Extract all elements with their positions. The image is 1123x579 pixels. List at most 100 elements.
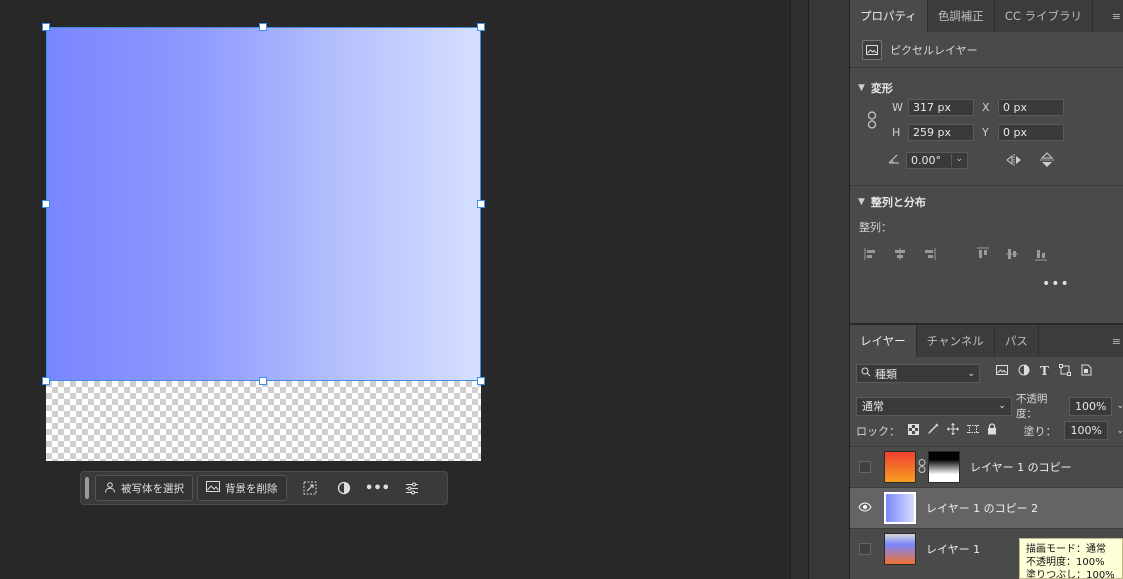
chevron-down-icon: ⌄ (998, 401, 1006, 411)
opacity-value: 100% (1075, 399, 1107, 413)
layer-name[interactable]: レイヤー 1 のコピー 2 (926, 500, 1038, 516)
layer-kind-label: ピクセルレイヤー (890, 43, 978, 57)
eye-icon (858, 501, 872, 515)
lock-all-icon[interactable] (987, 423, 997, 438)
x-input[interactable]: 0 px (998, 99, 1064, 116)
visibility-toggle[interactable] (850, 501, 880, 515)
filter-smart-object-icon[interactable] (1081, 364, 1092, 379)
transform-selection-icon[interactable] (295, 475, 325, 501)
transform-handle-bottom-left[interactable] (42, 377, 50, 385)
lock-image-pixels-icon[interactable] (927, 423, 939, 438)
more-options-icon[interactable]: ••• (363, 475, 393, 501)
align-vertical-centers-icon[interactable] (1005, 247, 1019, 264)
chevron-down-icon: ⌄ (967, 368, 975, 379)
align-right-edges-icon[interactable] (922, 247, 936, 264)
panel-menu-icon[interactable]: ≡ (1112, 335, 1121, 348)
align-top-edges-icon[interactable] (976, 247, 990, 264)
y-row: Y 0 px (982, 124, 1064, 141)
align-label: 整列： (859, 221, 892, 234)
select-subject-label: 被写体を選択 (121, 482, 184, 495)
tab-layers[interactable]: レイヤー (850, 325, 917, 357)
width-input[interactable]: 317 px (908, 99, 974, 116)
transform-section-header[interactable]: ▼ 変形 (850, 76, 1123, 100)
layer-tooltip: 描画モード：通常 不透明度：100% 塗りつぶし：100% (1019, 538, 1123, 579)
align-spacer (951, 247, 961, 264)
pixel-layer-icon (862, 39, 882, 60)
tooltip-blend-mode: 描画モード：通常 (1026, 544, 1106, 555)
link-dimensions-icon[interactable] (867, 111, 877, 132)
visibility-toggle[interactable] (850, 543, 880, 555)
taskbar-drag-handle[interactable] (85, 477, 89, 499)
canvas-area[interactable]: 被写体を選択 背景を削除 ••• (0, 0, 790, 579)
layer-name[interactable]: レイヤー 1 のコピー (970, 459, 1072, 475)
tab-properties[interactable]: プロパティ (850, 0, 928, 32)
opacity-input[interactable]: 100% (1069, 396, 1113, 416)
visibility-toggle[interactable] (850, 461, 880, 473)
layer-mask-thumbnail[interactable] (928, 451, 960, 483)
lock-artboard-icon[interactable] (967, 423, 979, 438)
align-left-edges-icon[interactable] (864, 247, 878, 264)
panel-menu-icon[interactable]: ≡ (1112, 10, 1121, 23)
lock-transparent-pixels-icon[interactable] (908, 423, 919, 438)
flip-horizontal-icon[interactable] (1006, 154, 1022, 169)
filter-shape-icon[interactable] (1058, 364, 1071, 379)
fill-input[interactable]: 100% (1064, 421, 1109, 440)
height-input[interactable]: 259 px (908, 124, 974, 141)
visibility-off-box (859, 461, 871, 473)
chevron-down-icon[interactable]: ⌄ (1116, 426, 1123, 436)
image-icon (206, 481, 220, 495)
layer-thumbnail (884, 492, 916, 524)
tab-channels[interactable]: チャンネル (917, 325, 995, 357)
chevron-down-icon: ⌄ (951, 154, 963, 167)
align-bottom-edges-icon[interactable] (1034, 247, 1048, 264)
transform-bounding-box[interactable] (46, 27, 481, 381)
transform-heading: 変形 (870, 82, 893, 95)
more-align-options-icon[interactable]: ••• (1042, 276, 1070, 292)
collapsed-panel-column (808, 0, 849, 579)
transform-handle-top-center[interactable] (259, 23, 267, 31)
tab-cc-libraries[interactable]: CC ライブラリ (995, 0, 1094, 32)
adjustment-circle-icon[interactable] (329, 475, 359, 501)
chevron-down-icon[interactable]: ⌄ (1116, 401, 1123, 411)
angle-input[interactable]: 0.00° ⌄ (906, 152, 968, 169)
layer-row[interactable]: レイヤー 1 のコピー (850, 446, 1123, 487)
height-row: H 259 px (892, 124, 974, 141)
lock-label: ロック： (856, 424, 900, 438)
tooltip-fill: 塗りつぶし：100% (1026, 570, 1115, 579)
filter-type-icon[interactable]: T (1040, 364, 1049, 379)
width-label: W (892, 101, 903, 114)
transform-handle-bottom-right[interactable] (477, 377, 485, 385)
align-buttons (864, 247, 1048, 264)
align-section-header[interactable]: ▼ 整列と分布 (850, 190, 926, 214)
transform-handle-middle-right[interactable] (477, 200, 485, 208)
layer-filter-select[interactable]: 種類 ⌄ (856, 364, 980, 383)
tab-paths[interactable]: パス (995, 325, 1039, 357)
settings-sliders-icon[interactable] (397, 475, 427, 501)
align-horizontal-centers-icon[interactable] (893, 247, 907, 264)
y-input[interactable]: 0 px (998, 124, 1064, 141)
y-label: Y (982, 126, 989, 139)
properties-tabs: プロパティ 色調補正 CC ライブラリ ≡ (850, 0, 1123, 32)
transform-handle-top-right[interactable] (477, 23, 485, 31)
transform-handle-bottom-center[interactable] (259, 377, 267, 385)
person-icon (104, 481, 116, 496)
blend-mode-select[interactable]: 通常 ⌄ (856, 396, 1012, 416)
filter-pixel-icon[interactable] (996, 364, 1008, 379)
photoshop-window: 被写体を選択 背景を削除 ••• プロパティ 色調補正 CC ライブラリ ≡ ピ… (0, 0, 1123, 579)
lock-position-icon[interactable] (947, 423, 959, 438)
flip-vertical-icon[interactable] (1040, 152, 1054, 171)
layer-kind-row: ピクセルレイヤー (850, 32, 1123, 68)
layer-row[interactable]: レイヤー 1 のコピー 2 (850, 487, 1123, 528)
transform-handle-top-left[interactable] (42, 23, 50, 31)
layer-filter-icons: T (996, 364, 1092, 379)
layer-name[interactable]: レイヤー 1 (926, 541, 980, 557)
tab-adjustments[interactable]: 色調補正 (928, 0, 995, 32)
angle-value: 0.00° (911, 154, 941, 167)
transform-handle-middle-left[interactable] (42, 200, 50, 208)
panel-dock-gutter (790, 0, 808, 579)
tooltip-opacity: 不透明度：100% (1026, 557, 1105, 568)
layer-thumbnail (884, 451, 916, 483)
remove-background-button[interactable]: 背景を削除 (197, 475, 287, 501)
filter-adjustment-icon[interactable] (1018, 364, 1030, 379)
select-subject-button[interactable]: 被写体を選択 (95, 475, 193, 501)
